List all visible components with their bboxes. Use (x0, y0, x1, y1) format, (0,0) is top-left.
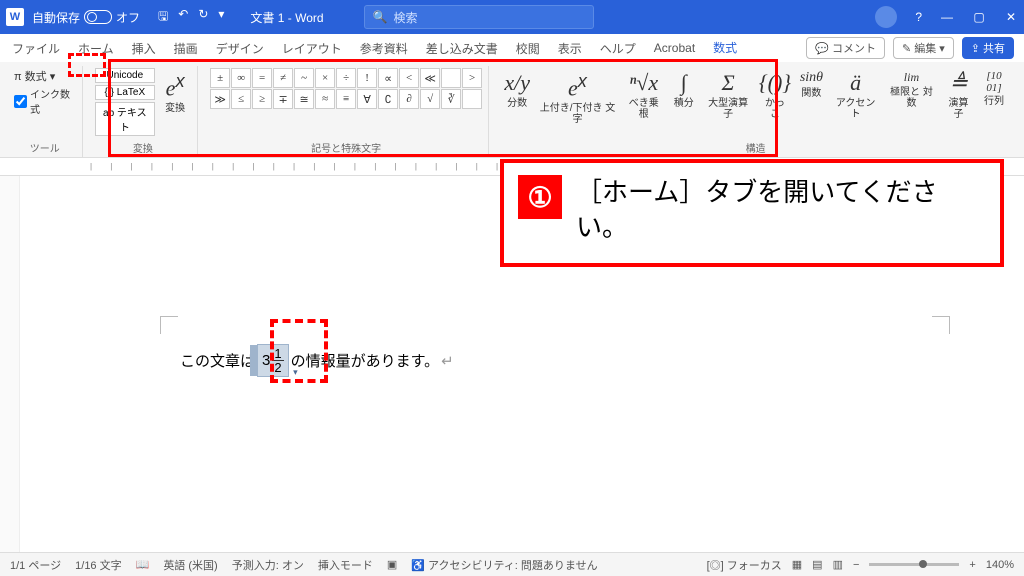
annotation-callout: ① ［ホーム］タブを開いてください。 (500, 159, 1004, 267)
web-layout-icon[interactable]: ▥ (833, 558, 843, 571)
zoom-in-icon[interactable]: + (969, 559, 975, 571)
predictive-input[interactable]: 予測入力: オン (232, 557, 304, 573)
tab-view[interactable]: 表示 (556, 37, 584, 60)
insert-mode[interactable]: 挿入モード (318, 557, 373, 573)
ink-equation-checkbox[interactable]: インク数式 (14, 86, 76, 116)
tab-review[interactable]: 校閲 (514, 37, 542, 60)
macro-icon[interactable]: ▣ (387, 558, 397, 571)
tab-help[interactable]: ヘルプ (598, 37, 638, 60)
function-button[interactable]: sinθ関数 (795, 68, 827, 101)
spellcheck-icon[interactable]: 📖 (136, 558, 150, 571)
toggle-icon (84, 10, 112, 24)
annotation-equation-highlight (270, 319, 328, 383)
crop-mark-icon (160, 316, 178, 334)
equation-handle-icon[interactable] (250, 345, 258, 376)
redo-icon[interactable]: ↻ (198, 7, 208, 28)
status-bar: 1/1 ページ 1/16 文字 📖 英語 (米国) 予測入力: オン 挿入モード… (0, 552, 1024, 576)
print-layout-icon[interactable]: ▤ (812, 558, 822, 571)
read-mode-icon[interactable]: ▦ (792, 558, 802, 571)
help-icon[interactable]: ? (915, 10, 922, 24)
focus-mode[interactable]: [◎] フォーカス (707, 557, 782, 573)
tab-draw[interactable]: 描画 (172, 37, 200, 60)
crop-mark-icon (932, 316, 950, 334)
tab-layout[interactable]: レイアウト (280, 37, 344, 60)
search-icon: 🔍 (373, 10, 388, 24)
equation-button[interactable]: π 数式 ▾ (14, 68, 76, 84)
user-avatar[interactable] (875, 6, 897, 28)
tab-mailings[interactable]: 差し込み文書 (424, 37, 500, 60)
comments-button[interactable]: 💬 コメント (806, 37, 885, 59)
tab-design[interactable]: デザイン (214, 37, 266, 60)
save-icon[interactable]: 🖫 (158, 7, 168, 28)
zoom-slider[interactable] (869, 563, 959, 566)
tab-acrobat[interactable]: Acrobat (652, 38, 697, 58)
accent-button[interactable]: äアクセント (829, 68, 881, 122)
word-count[interactable]: 1/16 文字 (75, 557, 121, 573)
maximize-button[interactable]: ▢ (972, 10, 986, 24)
qat-dropdown-icon[interactable]: ▾ (218, 7, 224, 28)
annotation-ribbon-highlight (108, 59, 778, 157)
word-app-icon: W (6, 8, 24, 26)
ribbon-tabs: ファイル ホーム 挿入 描画 デザイン レイアウト 参考資料 差し込み文書 校閲… (0, 34, 1024, 62)
tab-file[interactable]: ファイル (10, 37, 62, 60)
zoom-out-icon[interactable]: − (853, 559, 859, 571)
callout-text: ［ホーム］タブを開いてください。 (576, 175, 986, 245)
autosave-toggle[interactable]: 自動保存 オフ (32, 9, 140, 26)
tab-references[interactable]: 参考資料 (358, 37, 410, 60)
matrix-button[interactable]: [1001]行列 (978, 68, 1010, 109)
operator-button[interactable]: ≜演算子 (941, 68, 976, 122)
zoom-level[interactable]: 140% (986, 559, 1014, 571)
accessibility-status[interactable]: ♿ アクセシビリティ: 問題ありません (411, 557, 597, 573)
page-count[interactable]: 1/1 ページ (10, 557, 61, 573)
undo-icon[interactable]: ↶ (178, 7, 188, 28)
annotation-home-highlight (68, 53, 106, 77)
vertical-ruler[interactable] (0, 176, 20, 552)
tab-insert[interactable]: 挿入 (130, 37, 158, 60)
close-button[interactable]: ✕ (1004, 10, 1018, 24)
share-button[interactable]: ⇪ 共有 (962, 37, 1014, 59)
callout-number: ① (518, 175, 562, 219)
minimize-button[interactable]: — (940, 10, 954, 24)
search-input[interactable]: 🔍 検索 (364, 5, 594, 29)
tab-equation[interactable]: 数式 (711, 36, 739, 61)
editing-mode-button[interactable]: ✎ 編集 ▾ (893, 37, 954, 59)
language-status[interactable]: 英語 (米国) (163, 557, 217, 573)
paragraph-mark-icon: ↵ (441, 352, 454, 370)
document-title: 文書 1 - Word (250, 9, 323, 26)
title-bar: W 自動保存 オフ 🖫 ↶ ↻ ▾ 文書 1 - Word 🔍 検索 ? — ▢… (0, 0, 1024, 34)
limit-button[interactable]: lim極限と 対数 (884, 68, 939, 111)
